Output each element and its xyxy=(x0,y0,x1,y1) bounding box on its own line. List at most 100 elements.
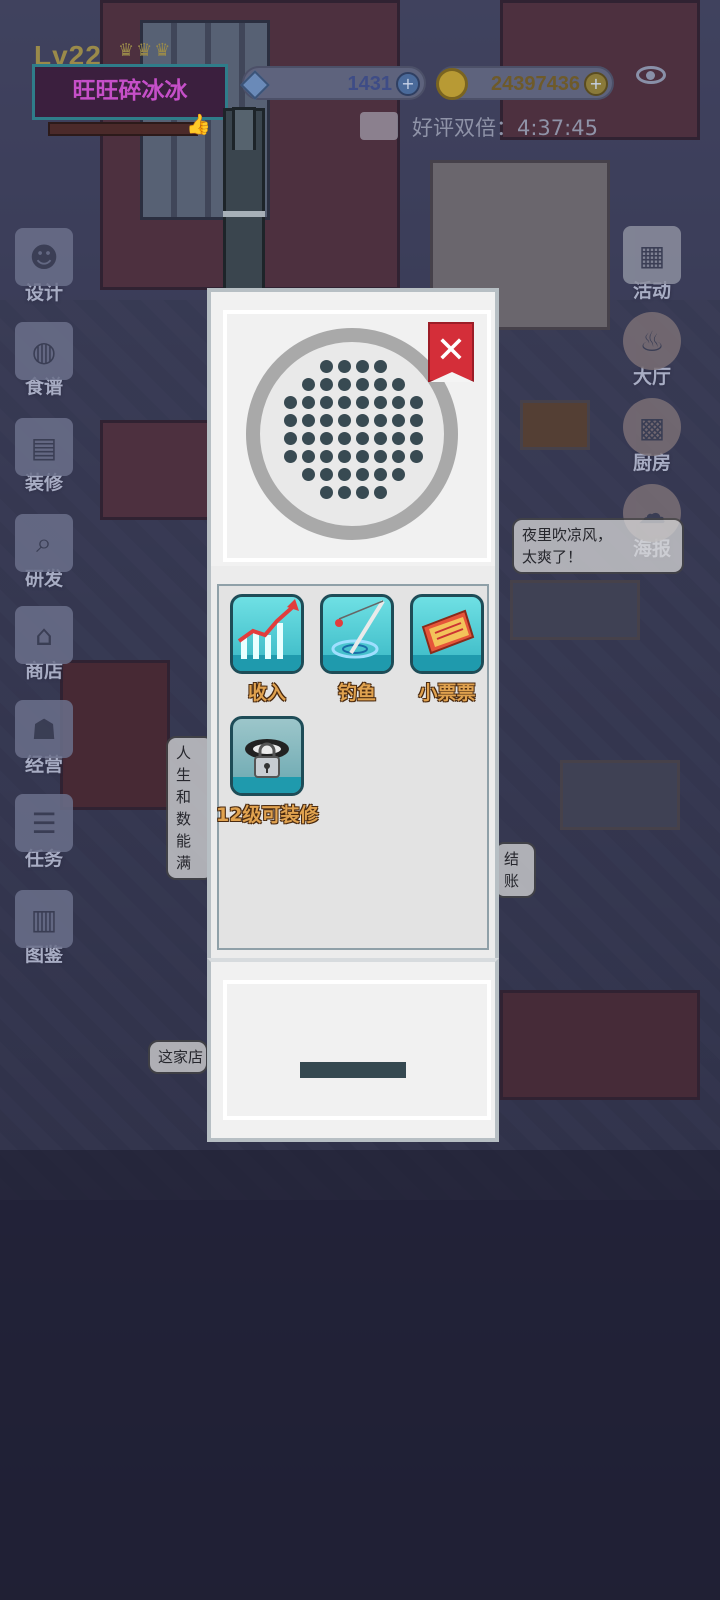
speaker-hole xyxy=(392,432,405,445)
speaker-hole xyxy=(374,396,387,409)
speaker-hole xyxy=(392,414,405,427)
menu-collection[interactable]: ▥ 图鉴 xyxy=(2,890,86,967)
speaker-hole xyxy=(284,450,297,463)
menu-manage[interactable]: ☗ 经营 xyxy=(2,700,86,777)
speaker-hole xyxy=(374,450,387,463)
speaker-hole xyxy=(374,360,387,373)
speaker-hole xyxy=(338,360,351,373)
menu-shop[interactable]: ⌂ 商店 xyxy=(2,606,86,683)
speaker-hole xyxy=(302,414,315,427)
gem-count: 1431 xyxy=(347,73,393,95)
gem-counter[interactable]: 1431 + xyxy=(240,66,426,100)
phone-antenna xyxy=(223,107,265,304)
app-tickets[interactable]: 小票票 xyxy=(402,594,492,705)
menu-research[interactable]: ⌕ 研发 xyxy=(2,514,86,591)
speaker-hole xyxy=(320,450,333,463)
fishing-rod-icon xyxy=(320,594,394,674)
calendar-icon: ▦ xyxy=(623,226,681,284)
speaker-hole xyxy=(320,468,333,481)
close-button[interactable]: ✕ xyxy=(428,322,474,382)
speaker-hole xyxy=(374,468,387,481)
shop-icon: ⌂ xyxy=(15,606,73,664)
speaker-hole xyxy=(392,450,405,463)
video-ad-icon xyxy=(360,112,398,140)
eye-icon[interactable] xyxy=(636,66,666,84)
task-icon: ☰ xyxy=(15,794,73,852)
speaker-hole xyxy=(302,432,315,445)
checkout-bubble: 结账 xyxy=(494,842,536,898)
speaker-hole xyxy=(356,378,369,391)
speaker-hole xyxy=(338,486,351,499)
app-income[interactable]: 收入 xyxy=(222,594,312,705)
menu-design[interactable]: ☻ 设计 xyxy=(2,228,86,305)
menu-recipes[interactable]: ◍ 食谱 xyxy=(2,322,86,399)
speaker-hole xyxy=(392,378,405,391)
restaurant-name: 旺旺碎冰冰 xyxy=(72,78,188,104)
speaker-hole xyxy=(410,450,423,463)
app-fishing[interactable]: 钓鱼 xyxy=(312,594,402,705)
phone-mouthpiece-slot xyxy=(300,1062,406,1078)
rating-bar xyxy=(48,122,198,136)
menu-tasks[interactable]: ☰ 任务 xyxy=(2,794,86,871)
speaker-hole xyxy=(356,432,369,445)
speaker-hole xyxy=(284,432,297,445)
speaker-hole xyxy=(374,414,387,427)
speaker-hole xyxy=(410,432,423,445)
speaker-hole xyxy=(356,486,369,499)
crown-icons: ♛♛♛ xyxy=(118,40,173,61)
speaker-hole xyxy=(320,414,333,427)
locked-phone-icon xyxy=(230,716,304,796)
chef-hat-icon: ☻ xyxy=(15,228,73,286)
speaker-hole xyxy=(338,432,351,445)
speaker-hole xyxy=(302,378,315,391)
speaker-hole xyxy=(410,396,423,409)
speaker-hole xyxy=(338,378,351,391)
app-label: 钓鱼 xyxy=(337,682,376,704)
book-icon: ▥ xyxy=(15,890,73,948)
speaker-hole xyxy=(338,468,351,481)
coin-icon xyxy=(436,68,468,100)
speaker-hole xyxy=(356,468,369,481)
close-icon: ✕ xyxy=(435,330,467,371)
speaker-hole xyxy=(374,486,387,499)
speaker-hole xyxy=(284,414,297,427)
speaker-hole xyxy=(410,414,423,427)
coin-count: 24397436 xyxy=(491,73,580,95)
customer-speech-bubble: 夜里吹凉风， 太爽了！ xyxy=(512,518,684,574)
menu-kitchen[interactable]: ▩ 厨房 xyxy=(610,398,694,475)
speaker-hole xyxy=(302,396,315,409)
menu-events[interactable]: ▦ 活动 xyxy=(610,226,694,303)
add-coins-button[interactable]: + xyxy=(584,72,608,96)
speaker-hole xyxy=(320,378,333,391)
speaker-hole xyxy=(374,432,387,445)
menu-decorate[interactable]: ▤ 装修 xyxy=(2,418,86,495)
speaker-hole xyxy=(338,450,351,463)
hall-icon: ♨ xyxy=(623,312,681,370)
speaker-grille xyxy=(284,360,424,510)
coin-counter[interactable]: 24397436 + xyxy=(436,66,614,100)
magnifier-icon: ⌕ xyxy=(15,514,73,572)
add-gems-button[interactable]: + xyxy=(396,72,420,96)
speaker-hole xyxy=(320,432,333,445)
speaker-hole xyxy=(392,396,405,409)
praise-label: 好评双倍： xyxy=(412,116,517,140)
speaker-hole xyxy=(320,396,333,409)
thumbs-up-icon: 👍 xyxy=(186,112,211,136)
passerby-bubble: 这家店 xyxy=(148,1040,208,1074)
praise-timer: 4:37:45 xyxy=(517,116,598,140)
speaker-hole xyxy=(356,360,369,373)
speaker-hole xyxy=(302,468,315,481)
speaker-hole xyxy=(356,396,369,409)
app-label: 12级可装修 xyxy=(216,804,319,826)
speaker-hole xyxy=(374,378,387,391)
menu-hall[interactable]: ♨ 大厅 xyxy=(610,312,694,389)
speaker-hole xyxy=(338,396,351,409)
speaker-hole xyxy=(302,450,315,463)
manage-icon: ☗ xyxy=(15,700,73,758)
speaker-hole xyxy=(356,450,369,463)
speaker-hole xyxy=(320,486,333,499)
app-locked-decorate[interactable]: 12级可装修 xyxy=(216,716,318,827)
speaker-hole xyxy=(338,414,351,427)
kitchen-icon: ▩ xyxy=(623,398,681,456)
speaker-hole xyxy=(284,396,297,409)
